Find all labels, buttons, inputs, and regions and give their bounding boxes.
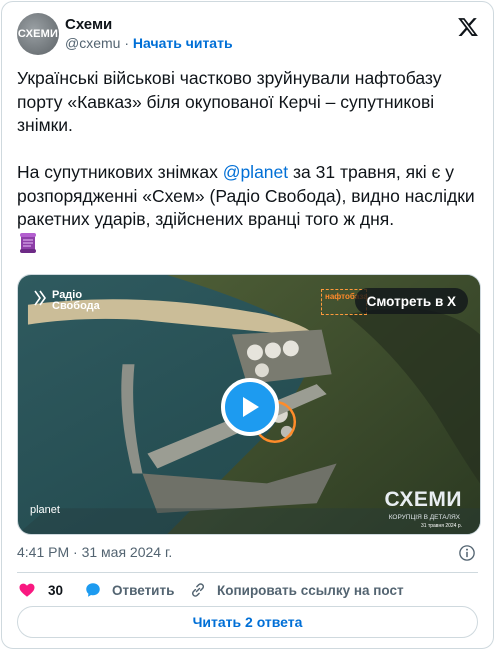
- scroll-emoji-icon: [20, 232, 36, 253]
- action-bar: 30 Ответить Копировать ссылку на пост: [17, 580, 478, 600]
- like-button[interactable]: 30: [18, 580, 63, 600]
- divider: [17, 572, 478, 573]
- radio-svoboda-logo: Радіо Свобода: [32, 289, 100, 312]
- author-handle-line: @cxemu · Начать читать: [65, 35, 233, 51]
- mention-link[interactable]: @planet: [223, 162, 288, 182]
- read-replies-button[interactable]: Читать 2 ответа: [17, 606, 478, 638]
- schemy-tagline: КОРУПЦІЯ В ДЕТАЛЯХ: [388, 514, 460, 521]
- timestamp-row: 4:41 PM · 31 мая 2024 г.: [17, 544, 478, 562]
- tweet-paragraph-1: Українські військові частково зруйнували…: [17, 68, 447, 135]
- tweet-text: Українські військові частково зруйнували…: [17, 67, 482, 255]
- info-icon[interactable]: [458, 544, 476, 562]
- photo-date: 31 травня 2024 р.: [421, 523, 462, 529]
- radio-logo-icon: [34, 290, 46, 306]
- tweet-timestamp[interactable]: 4:41 PM · 31 мая 2024 г.: [17, 544, 172, 560]
- tweet-header: СХЕМИ Схеми @cxemu · Начать читать: [17, 13, 479, 57]
- separator: ·: [124, 35, 130, 51]
- copy-link-label: Копировать ссылку на пост: [217, 582, 404, 598]
- watch-on-x-button[interactable]: Смотреть в X: [354, 288, 468, 314]
- video-thumbnail[interactable]: Радіо Свобода нафтобаза Смотреть в X pla…: [17, 274, 481, 535]
- follow-link[interactable]: Начать читать: [133, 35, 233, 51]
- like-count: 30: [48, 582, 64, 598]
- author-handle[interactable]: @cxemu: [65, 35, 120, 51]
- reply-button[interactable]: Ответить: [84, 580, 174, 600]
- play-icon: [243, 397, 259, 417]
- play-button[interactable]: [221, 378, 279, 436]
- tweet-card[interactable]: СХЕМИ Схеми @cxemu · Начать читать Украї…: [1, 1, 494, 649]
- heart-icon: [19, 583, 35, 597]
- link-icon: [191, 583, 205, 597]
- reply-label: Ответить: [112, 582, 175, 598]
- tweet-paragraph-2-start: На супутникових знімках: [17, 162, 223, 182]
- schemy-watermark: СХЕМИ: [384, 488, 462, 511]
- planet-watermark: planet: [30, 504, 60, 516]
- author-name[interactable]: Схеми: [65, 16, 112, 33]
- x-logo-icon[interactable]: [457, 16, 479, 38]
- reply-bubble-icon: [86, 583, 100, 597]
- copy-link-button[interactable]: Копировать ссылку на пост: [189, 580, 404, 600]
- avatar[interactable]: СХЕМИ: [17, 13, 59, 55]
